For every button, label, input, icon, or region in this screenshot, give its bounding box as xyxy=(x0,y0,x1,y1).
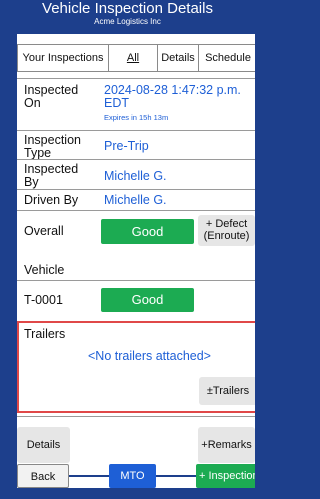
mto-button[interactable]: MTO xyxy=(109,464,156,488)
inspected-by-value: Michelle G. xyxy=(104,169,167,183)
edit-trailers-button[interactable]: ±Trailers xyxy=(199,377,255,405)
add-remarks-button[interactable]: +Remarks xyxy=(198,427,255,463)
footer-connector-left xyxy=(69,475,109,477)
no-trailers-text: <No trailers attached> xyxy=(88,349,211,363)
overall-row: Overall Good + Defect (Enroute) xyxy=(17,210,255,249)
expires-text: Expires in 15h 13m xyxy=(104,113,169,122)
add-defect-button[interactable]: + Defect (Enroute) xyxy=(198,215,255,246)
inspection-type-value: Pre-Trip xyxy=(104,139,149,153)
driven-by-row: Driven By Michelle G. xyxy=(17,189,255,210)
vehicle-label: Vehicle xyxy=(24,263,65,277)
tab-all[interactable]: All xyxy=(108,44,158,72)
inspected-on-value: 2024-08-28 1:47:32 p.m. EDT xyxy=(104,83,241,110)
tab-your-inspections[interactable]: Your Inspections xyxy=(17,44,109,72)
trailers-label: Trailers xyxy=(24,327,66,341)
vehicle-unit-row: T-0001 Good xyxy=(17,280,255,318)
company-name: Acme Logistics Inc xyxy=(94,17,161,26)
inspected-by-label: Inspected By xyxy=(24,162,79,189)
bottom-actions: Details +Remarks xyxy=(17,416,255,464)
add-inspection-button[interactable]: + Inspection xyxy=(196,464,255,488)
driven-by-label: Driven By xyxy=(24,193,79,207)
back-button[interactable]: Back xyxy=(17,464,69,488)
inspected-by-row: Inspected By Michelle G. xyxy=(17,159,255,189)
vehicle-row: Vehicle xyxy=(17,249,255,280)
overall-label: Overall xyxy=(24,224,64,238)
page-title: Vehicle Inspection Details xyxy=(42,0,213,17)
vehicle-unit[interactable]: T-0001 xyxy=(24,294,63,307)
inspection-type-label: Inspection Type xyxy=(24,133,81,160)
vehicle-status-badge[interactable]: Good xyxy=(101,288,194,312)
app-header: Vehicle Inspection Details Acme Logistic… xyxy=(0,0,255,34)
footer-nav: Back MTO + Inspection xyxy=(17,464,255,488)
overall-status-badge[interactable]: Good xyxy=(101,219,194,244)
inspected-on-label: Inspected On xyxy=(24,83,79,110)
inspected-on-row: Inspected On 2024-08-28 1:47:32 p.m. EDT… xyxy=(17,78,255,130)
tab-schedule[interactable]: Schedule xyxy=(198,44,255,72)
tab-details[interactable]: Details xyxy=(157,44,199,72)
details-button[interactable]: Details xyxy=(17,427,70,463)
inspection-panel: Your Inspections All Details Schedule In… xyxy=(17,34,255,488)
driven-by-value: Michelle G. xyxy=(104,193,167,207)
trailers-section: Trailers <No trailers attached> ±Trailer… xyxy=(17,321,255,413)
footer-connector-right xyxy=(156,475,196,477)
inspection-type-row: Inspection Type Pre-Trip xyxy=(17,130,255,160)
tab-bar: Your Inspections All Details Schedule xyxy=(17,44,255,72)
